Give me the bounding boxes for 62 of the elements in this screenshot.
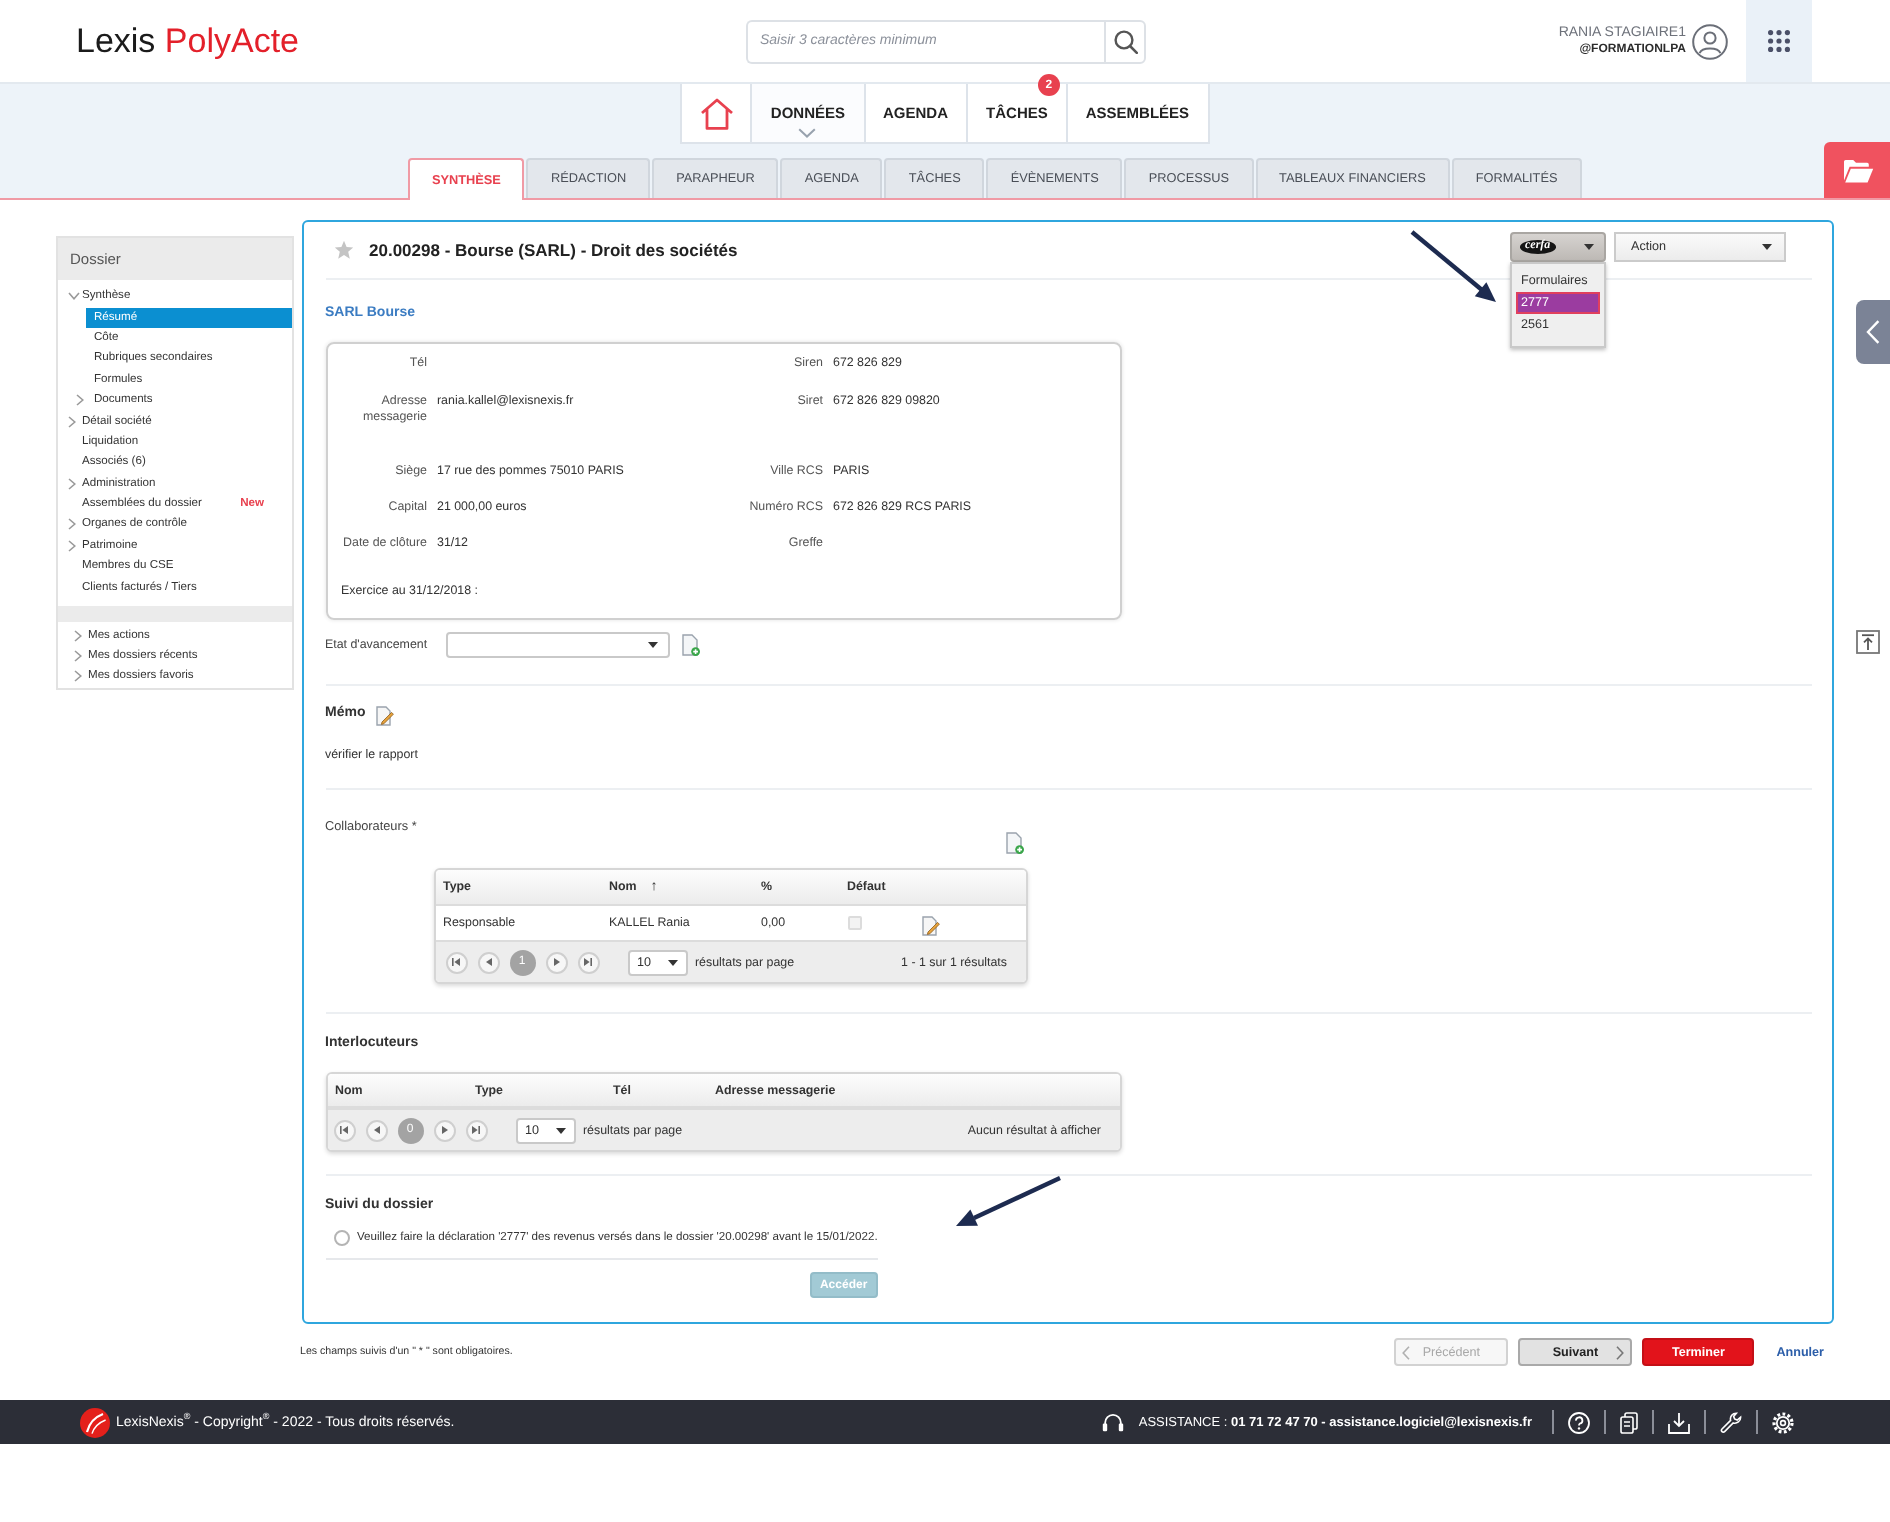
chevron-right-icon[interactable] — [74, 670, 82, 682]
radio-button[interactable] — [333, 1230, 349, 1246]
chevron-right-icon[interactable] — [74, 630, 82, 642]
chevron-right-icon[interactable] — [76, 394, 84, 407]
folder-icon — [1841, 157, 1873, 183]
grid-icon — [1768, 30, 1790, 52]
caret-icon — [647, 642, 657, 648]
chevron-down-icon[interactable] — [68, 292, 80, 301]
search-icon — [1113, 29, 1137, 53]
help-icon[interactable] — [1568, 1411, 1590, 1433]
last-page-icon — [584, 958, 592, 966]
last-page-button[interactable] — [465, 1119, 487, 1141]
caret-icon — [1761, 243, 1771, 249]
chevron-right-icon[interactable] — [74, 650, 82, 662]
add-document-icon[interactable] — [1005, 832, 1023, 854]
settings-icon[interactable] — [1772, 1411, 1794, 1433]
apps-button[interactable] — [1746, 0, 1812, 82]
folder-button[interactable] — [1824, 142, 1890, 198]
home-button[interactable] — [680, 84, 753, 144]
avatar-icon[interactable] — [1692, 23, 1728, 59]
documents-icon[interactable] — [1620, 1411, 1638, 1433]
collapse-panel-button[interactable] — [1856, 300, 1890, 364]
search-button[interactable] — [1104, 19, 1146, 63]
chevron-right-icon[interactable] — [68, 415, 76, 428]
chevron-left-icon — [1402, 1346, 1411, 1360]
previous-page-button[interactable] — [365, 1119, 387, 1141]
chevron-right-icon[interactable] — [68, 518, 76, 531]
edit-icon[interactable] — [375, 706, 394, 726]
chevron-left-icon — [1866, 320, 1880, 344]
next-page-button[interactable] — [433, 1119, 455, 1141]
chevron-right-icon[interactable] — [68, 477, 76, 490]
previous-icon — [373, 1126, 379, 1134]
caret-icon — [1583, 243, 1593, 249]
arrow-up-box-icon[interactable] — [1856, 630, 1880, 654]
home-icon — [699, 97, 734, 129]
app-logo: Lexis PolyActe — [76, 21, 302, 61]
last-page-button[interactable] — [577, 951, 599, 973]
download-icon[interactable] — [1668, 1411, 1690, 1433]
first-page-icon — [452, 958, 460, 966]
chevron-down-icon — [798, 128, 817, 138]
logo-icon — [80, 1407, 110, 1437]
annotation-arrow — [1410, 230, 1496, 302]
dossier-title: 20.00298 - Bourse (SARL) - Droit des sociétés — [369, 240, 738, 260]
next-icon — [553, 958, 559, 966]
previous-icon — [485, 958, 491, 966]
annotation-arrow — [956, 1176, 1061, 1226]
first-page-icon — [340, 1126, 348, 1134]
first-page-button[interactable] — [445, 951, 467, 973]
last-page-icon — [472, 1126, 480, 1134]
next-page-button[interactable] — [545, 951, 567, 973]
caret-icon — [667, 959, 677, 965]
wrench-icon[interactable] — [1720, 1411, 1742, 1433]
chevron-right-icon — [1616, 1346, 1625, 1360]
next-icon — [441, 1126, 447, 1134]
star-icon[interactable] — [333, 240, 353, 260]
edit-icon[interactable] — [921, 915, 939, 935]
first-page-button[interactable] — [333, 1119, 355, 1141]
chevron-right-icon[interactable] — [68, 539, 76, 552]
previous-page-button[interactable] — [477, 951, 499, 973]
add-document-icon[interactable] — [681, 634, 699, 656]
caret-icon — [555, 1127, 565, 1133]
headset-icon — [1102, 1412, 1125, 1432]
